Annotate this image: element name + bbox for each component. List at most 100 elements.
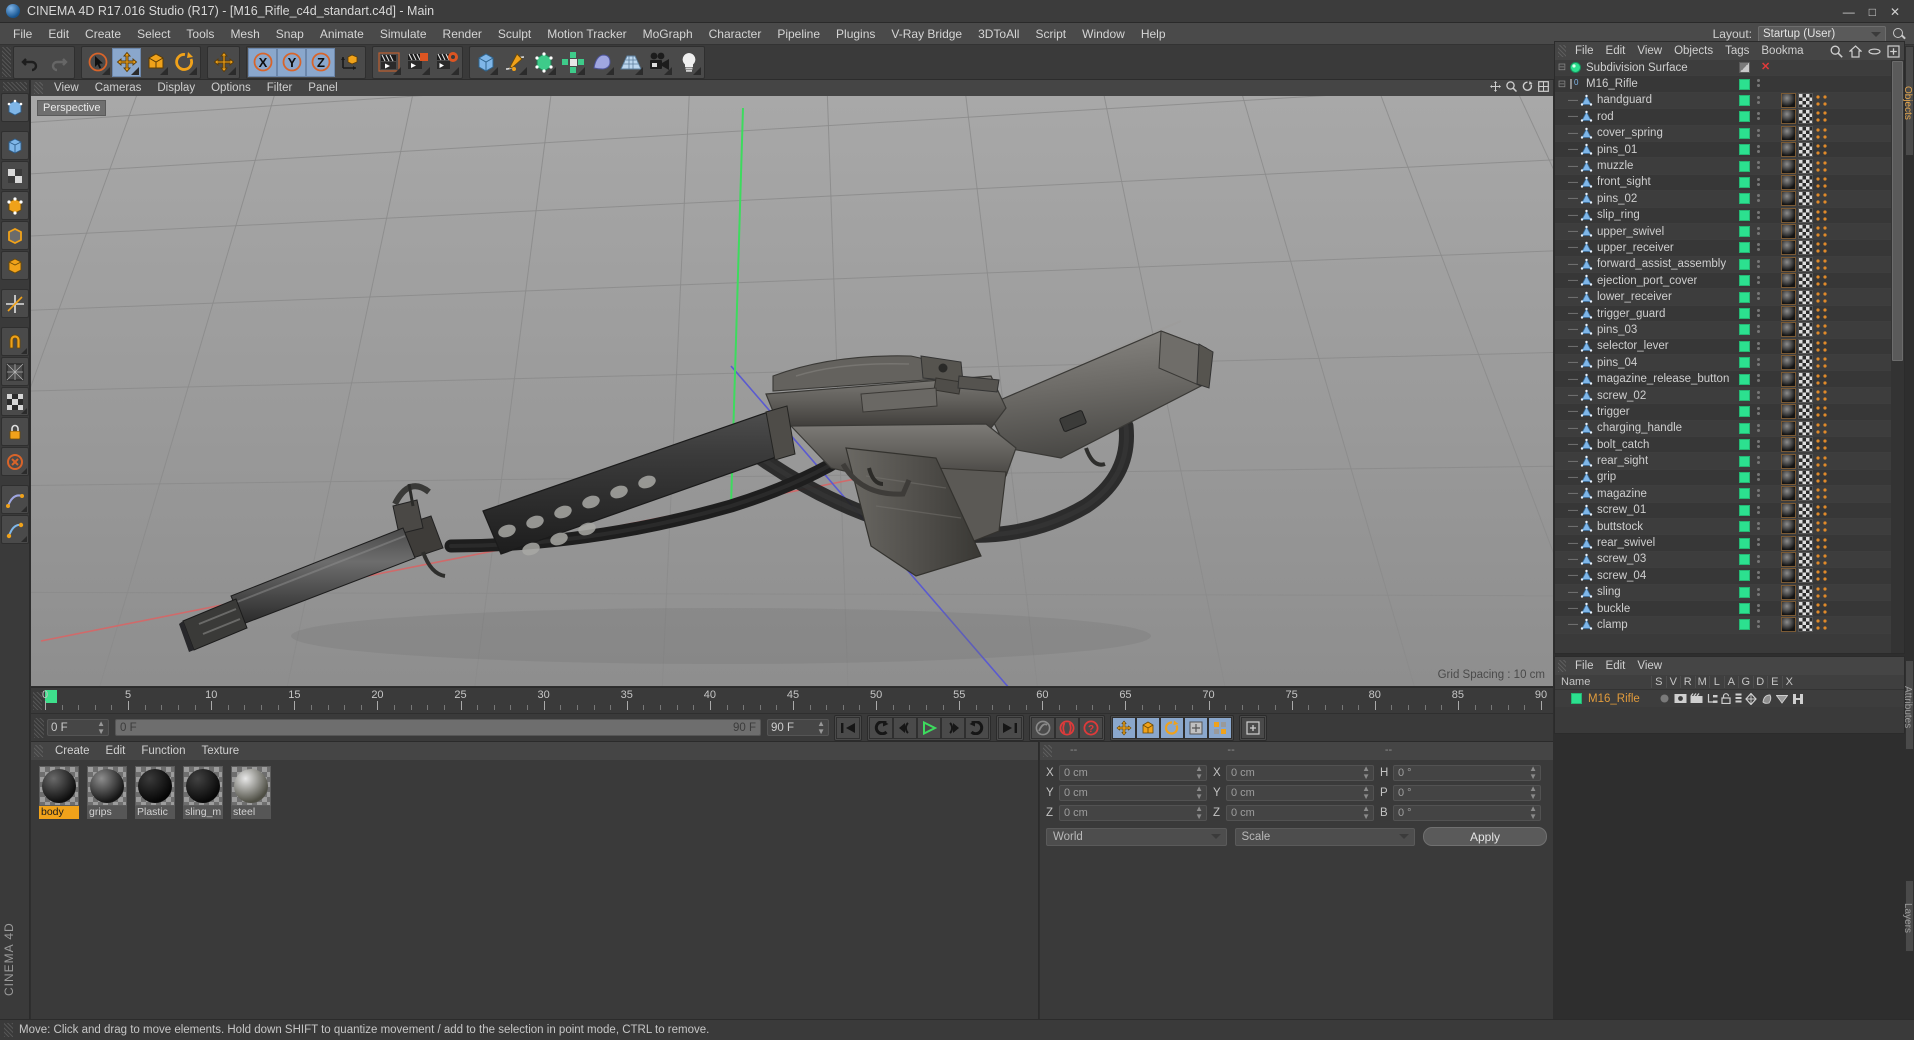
tree-toggle-icon[interactable]: — <box>1566 193 1580 204</box>
tree-toggle-icon[interactable]: — <box>1566 111 1580 122</box>
play-button[interactable] <box>917 716 941 739</box>
column-m[interactable]: M <box>1694 676 1710 688</box>
tree-toggle-icon[interactable]: — <box>1566 308 1580 319</box>
visibility-dots-icon[interactable] <box>1757 79 1760 89</box>
tree-toggle-icon[interactable]: — <box>1566 488 1580 499</box>
go-to-previous-key-button[interactable] <box>869 716 893 739</box>
visibility-dots-icon[interactable] <box>1757 325 1760 335</box>
object-tags[interactable] <box>1781 174 1828 190</box>
polygon-mode-button[interactable] <box>1 251 29 280</box>
close-button[interactable]: ✕ <box>1890 6 1900 18</box>
take-row[interactable]: M16_Rifle <box>1555 690 1904 707</box>
column-s[interactable]: S <box>1651 676 1666 688</box>
object-enable-toggle[interactable] <box>1739 357 1750 369</box>
record-active-objects-button[interactable] <box>1031 716 1055 739</box>
object-tags[interactable] <box>1781 371 1828 387</box>
uvw-tag-icon[interactable] <box>1798 388 1813 403</box>
menu-item-create[interactable]: Create <box>77 23 129 45</box>
y-axis-toggle[interactable]: Y <box>277 47 306 77</box>
object-tags[interactable] <box>1781 568 1828 584</box>
material-tag-icon[interactable] <box>1781 519 1796 535</box>
column-v[interactable]: V <box>1665 676 1681 688</box>
position-z-field[interactable]: 0 cm ▲ ▼ <box>1059 804 1207 821</box>
object-enable-toggle[interactable] <box>1739 619 1750 631</box>
take-menu-file[interactable]: File <box>1569 657 1600 675</box>
tree-toggle-icon[interactable]: — <box>1566 587 1580 598</box>
material-preview-icon[interactable] <box>231 766 271 806</box>
uvw-tag-icon[interactable] <box>1798 224 1813 240</box>
tree-toggle-icon[interactable]: — <box>1566 324 1580 335</box>
visibility-dots-icon[interactable] <box>1757 489 1760 499</box>
extras-icon[interactable] <box>1 515 29 544</box>
visibility-dots-icon[interactable] <box>1757 194 1760 204</box>
go-to-previous-frame-button[interactable] <box>893 716 917 739</box>
add-generator-button[interactable] <box>529 48 558 77</box>
selection-tag-icon[interactable] <box>1815 94 1828 107</box>
menu-item-help[interactable]: Help <box>1133 23 1174 45</box>
object-tags[interactable] <box>1781 256 1828 272</box>
object-row[interactable]: — buckle <box>1555 600 1891 618</box>
object-tags[interactable] <box>1781 224 1828 240</box>
solo-icon[interactable] <box>1659 693 1670 704</box>
material-tag-icon[interactable] <box>1781 256 1796 272</box>
menu-item-pipeline[interactable]: Pipeline <box>769 23 828 45</box>
scale-key-toggle[interactable] <box>1136 716 1160 739</box>
coord-system-select[interactable]: World <box>1046 827 1227 846</box>
uvw-tag-icon[interactable] <box>1798 306 1813 322</box>
material-tag-icon[interactable] <box>1781 355 1796 371</box>
viewport-panel[interactable]: View Cameras Display Options Filter Panel <box>31 80 1553 686</box>
add-light-button[interactable] <box>674 48 703 77</box>
object-row[interactable]: — pins_03 <box>1555 322 1891 339</box>
visibility-dots-icon[interactable] <box>1757 308 1760 319</box>
uvw-tag-icon[interactable] <box>1798 92 1813 108</box>
material-tag-icon[interactable] <box>1781 502 1796 518</box>
object-tags[interactable] <box>1781 584 1828 600</box>
visibility-dots-icon[interactable] <box>1757 571 1760 581</box>
hierarchy-icon[interactable] <box>1707 693 1718 704</box>
visibility-dots-icon[interactable] <box>1757 587 1760 598</box>
tree-toggle-icon[interactable]: — <box>1566 472 1580 483</box>
z-axis-toggle[interactable]: Z <box>306 47 335 77</box>
selection-tag-icon[interactable] <box>1815 438 1828 451</box>
visibility-dots-icon[interactable] <box>1757 374 1760 384</box>
size-mode-select[interactable]: Scale <box>1234 827 1415 846</box>
visibility-dots-icon[interactable] <box>1757 358 1760 368</box>
object-row[interactable]: — trigger_guard <box>1555 305 1891 323</box>
display-icon[interactable] <box>1776 694 1788 704</box>
visibility-dots-icon[interactable] <box>1757 226 1760 237</box>
subdivision-enable-toggle[interactable] <box>1739 62 1750 74</box>
object-enable-toggle[interactable] <box>1739 176 1750 188</box>
visibility-dots-icon[interactable] <box>1757 276 1760 286</box>
object-enable-toggle[interactable] <box>1739 373 1750 385</box>
tree-toggle-icon[interactable]: — <box>1566 538 1580 549</box>
visibility-dots-icon[interactable] <box>1757 538 1760 548</box>
ellipse-icon[interactable] <box>1868 45 1881 58</box>
visibility-dots-icon[interactable] <box>1757 210 1760 221</box>
object-tags[interactable] <box>1781 519 1828 535</box>
menu-item-simulate[interactable]: Simulate <box>372 23 435 45</box>
search-icon[interactable] <box>1830 45 1843 58</box>
selection-tag-icon[interactable] <box>1815 274 1828 287</box>
object-enable-toggle[interactable] <box>1739 193 1750 205</box>
maximize-icon[interactable] <box>1538 81 1549 92</box>
undo-button[interactable] <box>15 48 44 77</box>
lock-icon[interactable] <box>1 417 29 446</box>
autokeying-button[interactable] <box>1055 716 1079 739</box>
home-icon[interactable] <box>1849 44 1862 58</box>
object-enable-toggle[interactable] <box>1739 439 1750 451</box>
selection-tag-icon[interactable] <box>1815 291 1828 304</box>
material-tag-icon[interactable] <box>1781 420 1796 436</box>
uvw-tag-icon[interactable] <box>1798 125 1813 141</box>
live-selection-tool[interactable] <box>83 48 112 77</box>
visibility-dots-icon[interactable] <box>1757 439 1760 450</box>
object-tags[interactable] <box>1781 617 1828 633</box>
object-enable-toggle[interactable] <box>1739 537 1750 549</box>
tree-toggle-icon[interactable]: — <box>1566 259 1580 270</box>
uvw-tag-icon[interactable] <box>1798 289 1813 305</box>
menu-item-mograph[interactable]: MoGraph <box>635 23 701 45</box>
column-e[interactable]: E <box>1767 676 1782 688</box>
tree-toggle-icon[interactable]: — <box>1566 603 1580 614</box>
viewport-menu-options[interactable]: Options <box>203 80 259 96</box>
material-tag-icon[interactable] <box>1781 601 1796 617</box>
object-tags[interactable] <box>1781 273 1828 289</box>
